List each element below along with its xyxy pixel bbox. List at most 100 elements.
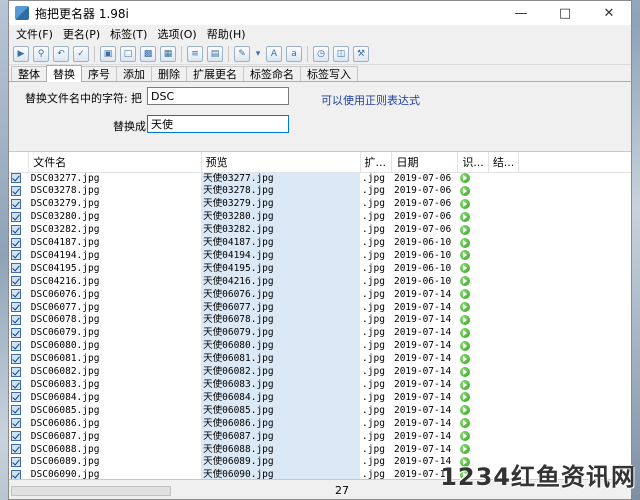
row-checkbox[interactable] bbox=[9, 340, 29, 353]
header-recognize[interactable]: 识... bbox=[457, 152, 489, 173]
row-checkbox[interactable] bbox=[9, 198, 29, 211]
file-list[interactable]: 文件名 预览 扩... 日期 识... 结... DSC03277.jpg 天使0… bbox=[9, 151, 631, 479]
row-checkbox[interactable] bbox=[9, 250, 29, 263]
row-checkbox[interactable] bbox=[9, 469, 29, 479]
invert-select-icon[interactable]: ▩ bbox=[140, 45, 156, 62]
checkbox-checked-icon[interactable] bbox=[11, 379, 21, 390]
menu-options[interactable]: 选项(O) bbox=[152, 26, 201, 42]
table-row[interactable]: DSC06087.jpg 天使06087.jpg .jpg 2019-07-14 bbox=[9, 430, 631, 444]
window-icon[interactable]: ◫ bbox=[333, 45, 349, 62]
checkbox-checked-icon[interactable] bbox=[11, 340, 21, 351]
rename-icon[interactable]: A bbox=[266, 45, 282, 62]
header-date[interactable]: 日期 bbox=[391, 152, 459, 173]
checkbox-checked-icon[interactable] bbox=[11, 263, 21, 274]
menu-file[interactable]: 文件(F) bbox=[11, 26, 58, 42]
checkbox-checked-icon[interactable] bbox=[11, 198, 21, 209]
checkbox-checked-icon[interactable] bbox=[11, 276, 21, 287]
tab-ext-rename[interactable]: 扩展更名 bbox=[186, 66, 244, 81]
menu-rename[interactable]: 更名(P) bbox=[58, 26, 105, 42]
table-row[interactable]: DSC03282.jpg 天使03282.jpg .jpg 2019-07-06 bbox=[9, 224, 631, 238]
minimize-button[interactable]: — bbox=[499, 1, 543, 25]
row-checkbox[interactable] bbox=[9, 366, 29, 379]
open-folder-icon[interactable]: ▶ bbox=[13, 45, 29, 62]
clock-icon[interactable]: ◷ bbox=[313, 45, 329, 62]
row-checkbox[interactable] bbox=[9, 327, 29, 340]
select-none-icon[interactable]: □ bbox=[120, 45, 136, 62]
table-row[interactable]: DSC06085.jpg 天使06085.jpg .jpg 2019-07-14 bbox=[9, 404, 631, 418]
horizontal-scrollbar[interactable] bbox=[11, 485, 171, 496]
row-checkbox[interactable] bbox=[9, 456, 29, 469]
maximize-button[interactable]: □ bbox=[543, 1, 587, 25]
checkbox-checked-icon[interactable] bbox=[11, 302, 21, 313]
checkbox-checked-icon[interactable] bbox=[11, 327, 21, 338]
table-row[interactable]: DSC06080.jpg 天使06080.jpg .jpg 2019-07-14 bbox=[9, 340, 631, 354]
checkbox-checked-icon[interactable] bbox=[11, 289, 21, 300]
table-row[interactable]: DSC04194.jpg 天使04194.jpg .jpg 2019-06-10 bbox=[9, 249, 631, 263]
row-checkbox[interactable] bbox=[9, 418, 29, 431]
row-checkbox[interactable] bbox=[9, 405, 29, 418]
replace-input[interactable] bbox=[147, 115, 289, 133]
checkbox-checked-icon[interactable] bbox=[11, 431, 21, 442]
find-input[interactable] bbox=[147, 87, 289, 105]
row-checkbox[interactable] bbox=[9, 379, 29, 392]
row-checkbox[interactable] bbox=[9, 353, 29, 366]
table-row[interactable]: DSC06077.jpg 天使06077.jpg .jpg 2019-07-14 bbox=[9, 301, 631, 315]
checkbox-checked-icon[interactable] bbox=[11, 456, 21, 467]
checkbox-checked-icon[interactable] bbox=[11, 237, 21, 248]
table-row[interactable]: DSC04195.jpg 天使04195.jpg .jpg 2019-06-10 bbox=[9, 262, 631, 276]
header-result[interactable]: 结... bbox=[488, 152, 520, 173]
row-checkbox[interactable] bbox=[9, 431, 29, 444]
table-row[interactable]: DSC04216.jpg 天使04216.jpg .jpg 2019-06-10 bbox=[9, 275, 631, 289]
row-checkbox[interactable] bbox=[9, 444, 29, 457]
dropdown-arrow-icon[interactable]: ▾ bbox=[254, 46, 262, 62]
tab-tag-naming[interactable]: 标签命名 bbox=[243, 66, 301, 81]
checkbox-checked-icon[interactable] bbox=[11, 173, 21, 183]
list-icon[interactable]: ≡ bbox=[187, 45, 203, 62]
row-checkbox[interactable] bbox=[9, 211, 29, 224]
menu-help[interactable]: 帮助(H) bbox=[202, 26, 251, 42]
checkbox-checked-icon[interactable] bbox=[11, 469, 21, 479]
row-checkbox[interactable] bbox=[9, 172, 29, 185]
checkbox-checked-icon[interactable] bbox=[11, 366, 21, 377]
row-checkbox[interactable] bbox=[9, 185, 29, 198]
tab-add[interactable]: 添加 bbox=[116, 66, 152, 81]
tab-tag-write[interactable]: 标签写入 bbox=[300, 66, 358, 81]
undo-icon[interactable]: ↶ bbox=[53, 45, 69, 62]
checkbox-checked-icon[interactable] bbox=[11, 353, 21, 364]
checkbox-checked-icon[interactable] bbox=[11, 444, 21, 455]
table-row[interactable]: DSC04187.jpg 天使04187.jpg .jpg 2019-06-10 bbox=[9, 237, 631, 250]
row-checkbox[interactable] bbox=[9, 237, 29, 250]
checkbox-checked-icon[interactable] bbox=[11, 211, 21, 222]
row-checkbox[interactable] bbox=[9, 224, 29, 237]
table-row[interactable]: DSC06082.jpg 天使06082.jpg .jpg 2019-07-14 bbox=[9, 366, 631, 379]
row-checkbox[interactable] bbox=[9, 263, 29, 276]
table-row[interactable]: DSC06086.jpg 天使06086.jpg .jpg 2019-07-14 bbox=[9, 417, 631, 431]
row-checkbox[interactable] bbox=[9, 302, 29, 315]
header-filename[interactable]: 文件名 bbox=[28, 152, 202, 173]
checkbox-checked-icon[interactable] bbox=[11, 250, 21, 261]
search-icon[interactable]: ⚲ bbox=[33, 45, 49, 62]
checkbox-checked-icon[interactable] bbox=[11, 314, 21, 325]
tab-overall[interactable]: 整体 bbox=[11, 66, 47, 81]
pencil-icon[interactable]: ✎ bbox=[234, 45, 250, 62]
check-icon[interactable]: ✓ bbox=[73, 45, 89, 62]
checkbox-checked-icon[interactable] bbox=[11, 392, 21, 403]
rename-edit-icon[interactable]: a bbox=[286, 45, 302, 62]
row-checkbox[interactable] bbox=[9, 392, 29, 405]
table-row[interactable]: DSC03279.jpg 天使03279.jpg .jpg 2019-07-06 bbox=[9, 198, 631, 212]
table-row[interactable]: DSC03278.jpg 天使03278.jpg .jpg 2019-07-06 bbox=[9, 185, 631, 199]
header-ext[interactable]: 扩... bbox=[360, 152, 393, 173]
table-row[interactable]: DSC03280.jpg 天使03280.jpg .jpg 2019-07-06 bbox=[9, 211, 631, 225]
document-icon[interactable]: ▤ bbox=[207, 45, 223, 62]
checkbox-checked-icon[interactable] bbox=[11, 185, 21, 196]
checkbox-checked-icon[interactable] bbox=[11, 224, 21, 235]
checkbox-checked-icon[interactable] bbox=[11, 418, 21, 429]
table-row[interactable]: DSC03277.jpg 天使03277.jpg .jpg 2019-07-06 bbox=[9, 172, 631, 186]
table-row[interactable]: DSC06078.jpg 天使06078.jpg .jpg 2019-07-14 bbox=[9, 314, 631, 328]
table-row[interactable]: DSC06079.jpg 天使06079.jpg .jpg 2019-07-14 bbox=[9, 327, 631, 341]
filter-icon[interactable]: ▦ bbox=[160, 45, 176, 62]
checkbox-checked-icon[interactable] bbox=[11, 405, 21, 416]
menu-tag[interactable]: 标签(T) bbox=[105, 26, 152, 42]
tools-icon[interactable]: ⚒ bbox=[353, 45, 369, 62]
table-row[interactable]: DSC06088.jpg 天使06088.jpg .jpg 2019-07-14 bbox=[9, 443, 631, 457]
